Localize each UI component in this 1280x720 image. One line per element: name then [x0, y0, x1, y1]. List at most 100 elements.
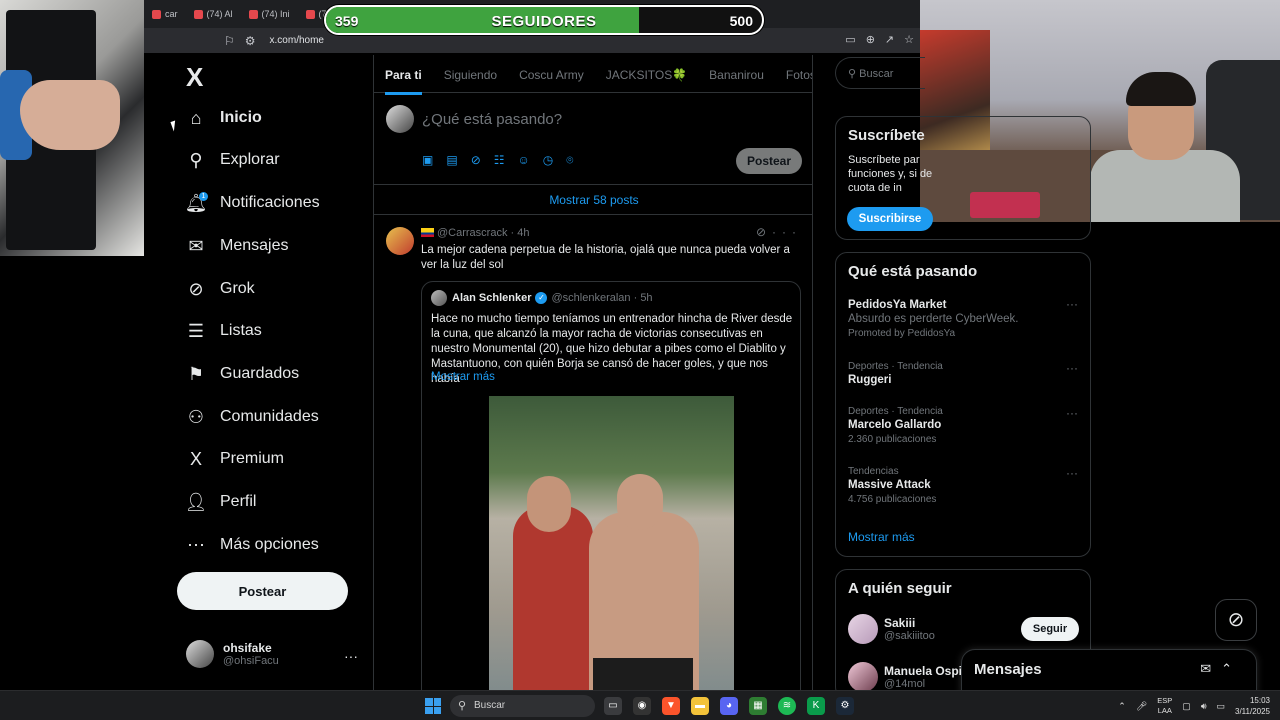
account-switcher[interactable]: ohsifake @ohsiFacu [186, 640, 279, 668]
steam-icon[interactable]: ⚙ [836, 697, 854, 715]
timeline-tab-label: Bananirou [709, 68, 764, 82]
bookmark-page-icon[interactable]: ⚐ [224, 34, 235, 48]
nav-item-premium[interactable]: X Premium [182, 441, 284, 477]
trend-item[interactable]: PedidosYa Market Absurdo es perderte Cybe… [848, 297, 1078, 339]
more-dots-icon[interactable]: ··· [772, 225, 802, 239]
messages-drawer[interactable]: Mensajes ✉⌃ [961, 649, 1257, 695]
share-icon[interactable]: ↗ [885, 33, 894, 46]
new-message-icon[interactable]: ✉ [1200, 661, 1221, 676]
tab-label: (74) Al [206, 9, 233, 19]
more-dots-icon[interactable]: ··· [1066, 297, 1078, 311]
subscribe-button[interactable]: Suscribirse [847, 207, 933, 231]
timeline-tab[interactable]: JACKSITOS🍀 [595, 55, 698, 92]
timeline-tab[interactable]: Coscu Army [508, 55, 595, 92]
site-info-icon[interactable]: ⚙ [245, 34, 256, 48]
photo-person-left [513, 506, 593, 690]
more-dots-icon[interactable]: ··· [344, 648, 358, 664]
trend-context: Deportes · Tendencia [848, 406, 943, 417]
more-circle-icon: ⋯ [187, 534, 205, 555]
nav-item-comunidades[interactable]: ⚇ Comunidades [182, 399, 319, 435]
search-input[interactable]: ⚲ Buscar [835, 57, 925, 89]
image-icon[interactable]: ▣ [422, 153, 433, 168]
grok-icon[interactable]: ⊘ [1215, 599, 1257, 641]
poll-icon[interactable]: ☷ [494, 153, 505, 168]
follow-suggestion[interactable]: Manuela Ospin @14mol [848, 662, 969, 692]
tab-label: (74) Ini [261, 9, 290, 19]
follow-button[interactable]: Seguir [1021, 617, 1079, 641]
chevron-up-icon[interactable]: ⌃ [1118, 701, 1126, 712]
trend-item[interactable]: Deportes · Tendencia Ruggeri ··· [848, 361, 1078, 386]
expand-icon[interactable]: ⌃ [1221, 661, 1242, 676]
windows-start-icon[interactable] [425, 698, 441, 714]
composer-tools: ▣ ▤ ⊘ ☷ ☺ ◷ ⌾ [422, 153, 573, 168]
tab-favicon-icon [193, 9, 203, 19]
quoted-tweet[interactable]: Alan Schlenker ✓ @schlenkeralan · 5h Hac… [421, 281, 801, 690]
obs-icon[interactable]: ◉ [633, 697, 651, 715]
show-more-link[interactable]: Mostrar más [431, 371, 495, 383]
nav-item-explorar[interactable]: ⚲ Explorar [182, 142, 279, 178]
x-logo[interactable]: X [186, 62, 203, 93]
nav-item-notificaciones[interactable]: 🔔︎ Notificaciones [182, 185, 320, 221]
tweet-handle[interactable]: @Carrascrack [437, 227, 507, 239]
grok-icon[interactable]: ⊘ [756, 225, 772, 239]
emoji-icon[interactable]: ☺ [518, 153, 530, 168]
post-button[interactable]: Postear [177, 572, 348, 610]
nav-item-label: Listas [220, 322, 262, 339]
schedule-icon[interactable]: ◷ [543, 153, 553, 168]
url-text[interactable]: x.com/home [270, 35, 324, 46]
star-icon[interactable]: ☆ [904, 33, 914, 46]
trends-card: Qué está pasando PedidosYa Market Absurdo… [835, 252, 1091, 557]
timeline-tab[interactable]: Fotos c [775, 55, 812, 92]
tweet-photo[interactable] [489, 396, 734, 690]
cast-icon[interactable]: ▭ [845, 33, 855, 46]
minecraft-icon[interactable]: ▦ [749, 697, 767, 715]
brave-icon[interactable]: ▼ [662, 697, 680, 715]
trend-title: Marcelo Gallardo [848, 419, 942, 431]
grok-icon[interactable]: ⊘ [471, 153, 481, 168]
search-icon: ⚲ [458, 700, 467, 712]
nav-item-perfil[interactable]: 👤︎ Perfil [182, 484, 257, 520]
microphone-icon[interactable]: 🎤︎ [1136, 701, 1147, 712]
browser-tab[interactable]: (74) Al [186, 0, 241, 28]
network-icon[interactable]: ▢ [1182, 701, 1191, 712]
task-view-icon[interactable]: ▭ [604, 697, 622, 715]
trend-context: Deportes · Tendencia [848, 361, 943, 372]
discord-icon[interactable]: ◕ [720, 697, 738, 715]
avatar[interactable] [386, 227, 414, 255]
timeline-tab[interactable]: Bananirou [698, 55, 775, 92]
folder-icon[interactable]: ▬ [691, 697, 709, 715]
trend-item[interactable]: Tendencias Massive Attack 4.756 publicacio… [848, 466, 1078, 505]
tab-favicon-icon [305, 9, 315, 19]
spotify-icon[interactable]: ≋ [778, 697, 796, 715]
more-dots-icon[interactable]: ··· [1066, 406, 1078, 420]
nav-item-guardados[interactable]: ⚑ Guardados [182, 356, 299, 392]
trend-item[interactable]: Deportes · Tendencia Marcelo Gallardo 2.36… [848, 406, 1078, 445]
nav-item-grok[interactable]: ⊘ Grok [182, 271, 254, 307]
nav-item-mas-opciones[interactable]: ⋯ Más opciones [182, 527, 319, 563]
clock[interactable]: 15:03 3/11/2025 [1235, 695, 1270, 717]
taskbar-search[interactable]: ⚲ Buscar [450, 695, 595, 717]
nav-item-mensajes[interactable]: ✉ Mensajes [182, 228, 288, 264]
location-icon[interactable]: ⌾ [566, 153, 573, 168]
composer-post-button[interactable]: Postear [736, 148, 802, 174]
more-dots-icon[interactable]: ··· [1066, 466, 1078, 480]
volume-icon[interactable]: 🔊︎ [1201, 701, 1207, 712]
battery-icon[interactable]: ▭ [1216, 701, 1225, 712]
kick-icon[interactable]: K [807, 697, 825, 715]
follow-suggestion[interactable]: Sakiii @sakiiitoo [848, 614, 935, 644]
trend-title: Massive Attack [848, 479, 931, 491]
gif-icon[interactable]: ▤ [446, 153, 457, 168]
composer-input[interactable]: ¿Qué está pasando? [422, 111, 562, 128]
more-dots-icon[interactable]: ··· [1066, 361, 1078, 375]
input-language[interactable]: ESP LAA [1157, 696, 1172, 716]
zoom-icon[interactable]: ⊕ [866, 33, 875, 46]
nav-item-listas[interactable]: ☰ Listas [182, 313, 262, 349]
browser-tab[interactable]: car [144, 0, 186, 28]
timeline-tab[interactable]: Siguiendo [433, 55, 508, 92]
trends-show-more[interactable]: Mostrar más [848, 530, 915, 544]
browser-tab[interactable]: (74) Ini [241, 0, 298, 28]
x-premium-icon: X [189, 448, 202, 469]
timeline-tab[interactable]: Para ti [374, 55, 433, 95]
show-new-posts[interactable]: Mostrar 58 posts [374, 185, 812, 215]
nav-item-inicio[interactable]: ⌂ Inicio [182, 100, 262, 136]
